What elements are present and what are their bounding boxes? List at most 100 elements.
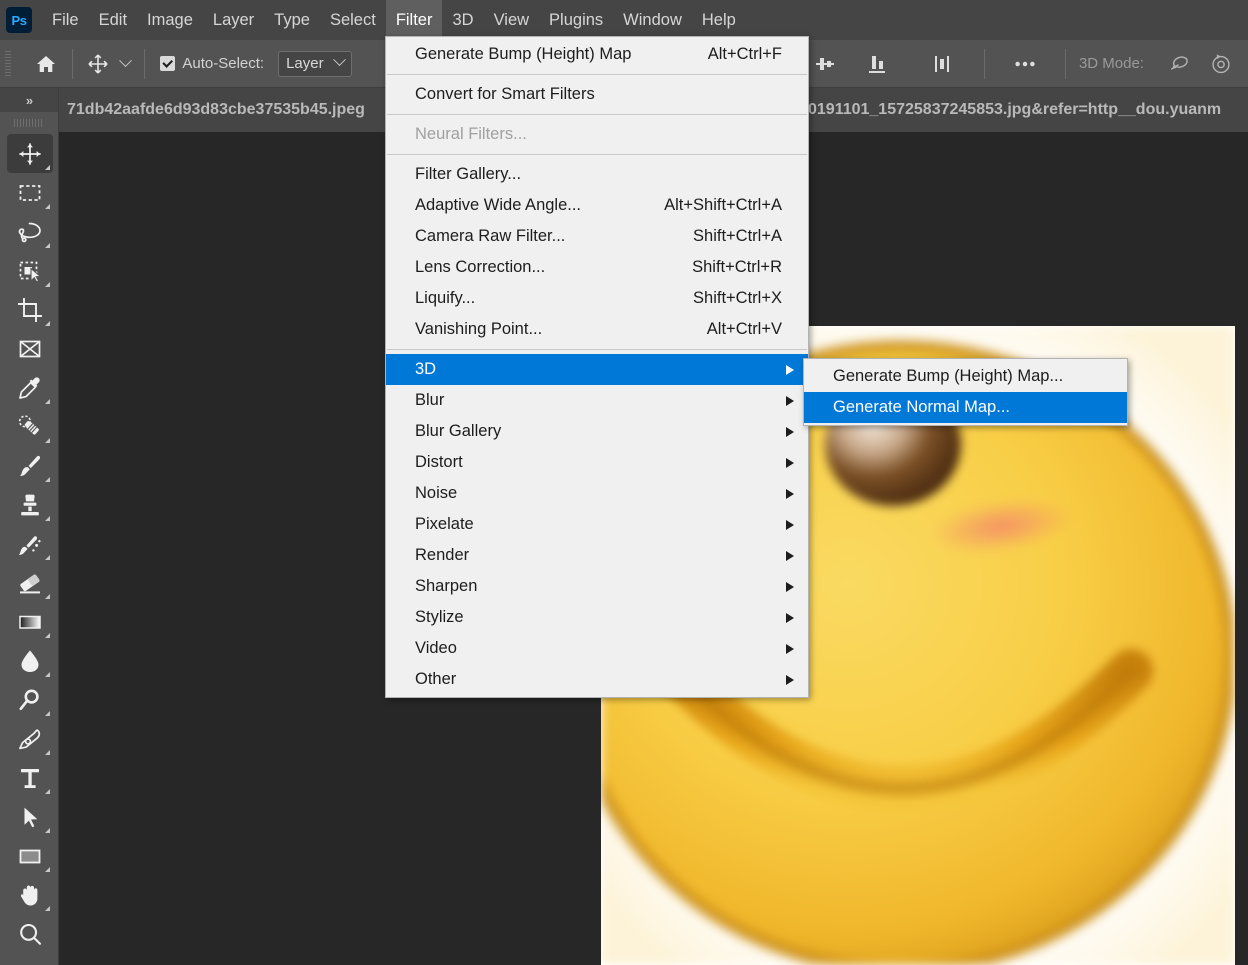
filter-menu-item-label: Convert for Smart Filters <box>415 85 595 103</box>
chevron-down-icon <box>333 52 346 66</box>
submenu-arrow-icon <box>786 612 794 623</box>
eyedropper-tool[interactable] <box>7 368 53 407</box>
move-tool-icon[interactable] <box>81 47 115 81</box>
document-tab-1[interactable]: 71db42aafde6d93d83cbe37535b45.jpeg <box>59 88 393 132</box>
filter-menu-item-liquify[interactable]: Liquify... Shift+Ctrl+X <box>386 283 808 314</box>
filter-3d-submenu-item-generate-normal-map[interactable]: Generate Normal Map... <box>804 392 1127 423</box>
lasso-tool[interactable] <box>7 212 53 251</box>
filter-menu-item-blur[interactable]: Blur <box>386 385 808 416</box>
home-icon[interactable] <box>29 47 63 81</box>
tool-flyout-indicator <box>45 711 50 716</box>
history-brush-tool[interactable] <box>7 524 53 563</box>
menubar-item-window[interactable]: Window <box>613 0 692 40</box>
filter-menu-item-filter-gallery[interactable]: Filter Gallery... <box>386 159 808 190</box>
filter-3d-submenu-item-label: Generate Normal Map... <box>833 398 1010 416</box>
filter-menu-item-label: Camera Raw Filter... <box>415 227 566 245</box>
filter-menu-item-pixelate[interactable]: Pixelate <box>386 509 808 540</box>
tools-panel-grip[interactable] <box>0 112 58 134</box>
menubar-item-layer[interactable]: Layer <box>203 0 264 40</box>
object-selection-tool[interactable] <box>7 251 53 290</box>
filter-menu-item-label: Filter Gallery... <box>415 165 522 183</box>
menubar-item-help[interactable]: Help <box>692 0 746 40</box>
crop-tool[interactable] <box>7 290 53 329</box>
menu-bar: Ps File Edit Image Layer Type Select Filter 3D V… <box>0 0 1248 40</box>
gradient-tool[interactable] <box>7 602 53 641</box>
distribute-horizontal-centers-icon[interactable] <box>925 47 959 81</box>
options-bar-grip[interactable] <box>5 50 11 77</box>
filter-menu-item-stylize[interactable]: Stylize <box>386 602 808 633</box>
filter-menu-item-lens-correction[interactable]: Lens Correction... Shift+Ctrl+R <box>386 252 808 283</box>
filter-menu-item-neural-filters: Neural Filters... <box>386 119 808 150</box>
submenu-arrow-icon <box>786 550 794 561</box>
tool-preset-chevron-down-icon[interactable] <box>115 47 135 81</box>
ellipsis-icon[interactable] <box>1008 47 1042 81</box>
filter-menu-item-video[interactable]: Video <box>386 633 808 664</box>
filter-menu-item-camera-raw-filter[interactable]: Camera Raw Filter... Shift+Ctrl+A <box>386 221 808 252</box>
zoom-tool[interactable] <box>7 914 53 953</box>
clone-stamp-tool[interactable] <box>7 485 53 524</box>
filter-menu-item-label: Render <box>415 546 470 564</box>
submenu-arrow-icon <box>786 674 794 685</box>
submenu-arrow-icon <box>786 426 794 437</box>
tool-flyout-indicator <box>45 633 50 638</box>
filter-dropdown-menu[interactable]: Generate Bump (Height) Map Alt+Ctrl+F Conv… <box>385 36 809 698</box>
menubar-item-3d[interactable]: 3D <box>442 0 483 40</box>
submenu-arrow-icon <box>786 364 794 375</box>
hand-tool[interactable] <box>7 875 53 914</box>
auto-select-label: Auto-Select: <box>182 55 265 72</box>
filter-menu-item-distort[interactable]: Distort <box>386 447 808 478</box>
filter-menu-item-sharpen[interactable]: Sharpen <box>386 571 808 602</box>
move-tool[interactable] <box>7 134 53 173</box>
menubar-item-plugins[interactable]: Plugins <box>539 0 613 40</box>
menubar-item-file[interactable]: File <box>42 0 89 40</box>
filter-menu-item-label: Distort <box>415 453 463 471</box>
menubar-item-select[interactable]: Select <box>320 0 386 40</box>
menubar-item-view[interactable]: View <box>484 0 539 40</box>
align-vertical-centers-icon[interactable] <box>808 47 842 81</box>
filter-menu-item-vanishing-point[interactable]: Vanishing Point... Alt+Ctrl+V <box>386 314 808 345</box>
brush-tool[interactable] <box>7 446 53 485</box>
filter-menu-item-generate-bump-height-map[interactable]: Generate Bump (Height) Map Alt+Ctrl+F <box>386 39 808 70</box>
blur-tool[interactable] <box>7 641 53 680</box>
filter-3d-submenu[interactable]: Generate Bump (Height) Map... Generate No… <box>803 358 1128 426</box>
filter-menu-item-render[interactable]: Render <box>386 540 808 571</box>
document-tab-2[interactable]: 0191101_15725837245853.jpg&refer=http__d… <box>800 88 1248 132</box>
auto-select-checkbox-box[interactable] <box>160 56 176 71</box>
filter-menu-item-blur-gallery[interactable]: Blur Gallery <box>386 416 808 447</box>
tool-flyout-indicator <box>45 750 50 755</box>
filter-menu-item-label: Adaptive Wide Angle... <box>415 196 582 214</box>
menubar-item-image[interactable]: Image <box>137 0 203 40</box>
tool-flyout-indicator <box>45 867 50 872</box>
pen-tool[interactable] <box>7 719 53 758</box>
filter-3d-submenu-item-generate-bump-height-map[interactable]: Generate Bump (Height) Map... <box>804 361 1127 392</box>
filter-menu-item-convert-for-smart-filters[interactable]: Convert for Smart Filters <box>386 79 808 110</box>
path-selection-tool[interactable] <box>7 797 53 836</box>
filter-menu-item-3d[interactable]: 3D <box>386 354 808 385</box>
3d-mode-label: 3D Mode: <box>1078 55 1144 72</box>
auto-select-scope-dropdown[interactable]: Layer <box>278 50 353 77</box>
filter-menu-item-adaptive-wide-angle[interactable]: Adaptive Wide Angle... Alt+Shift+Ctrl+A <box>386 190 808 221</box>
filter-menu-item-other[interactable]: Other <box>386 664 808 695</box>
filter-menu-item-noise[interactable]: Noise <box>386 478 808 509</box>
align-bottom-edges-icon[interactable] <box>860 47 894 81</box>
tool-flyout-indicator <box>45 438 50 443</box>
rectangle-tool[interactable] <box>7 836 53 875</box>
menubar-item-edit[interactable]: Edit <box>89 0 137 40</box>
dodge-tool[interactable] <box>7 680 53 719</box>
menubar-item-filter[interactable]: Filter <box>385 0 443 40</box>
roll-3d-icon[interactable] <box>1204 47 1238 81</box>
menubar-item-type[interactable]: Type <box>264 0 320 40</box>
eraser-tool[interactable] <box>7 563 53 602</box>
filter-menu-item-shortcut: Alt+Shift+Ctrl+A <box>664 196 782 214</box>
frame-tool[interactable] <box>7 329 53 368</box>
orbit-3d-icon[interactable] <box>1162 47 1196 81</box>
submenu-arrow-icon <box>786 457 794 468</box>
horizontal-type-tool[interactable] <box>7 758 53 797</box>
rectangular-marquee-tool[interactable] <box>7 173 53 212</box>
filter-menu-item-label: Vanishing Point... <box>415 320 543 338</box>
filter-menu-item-label: Noise <box>415 484 458 502</box>
filter-menu-item-label: Blur <box>415 391 445 409</box>
auto-select-checkbox[interactable]: Auto-Select: <box>160 55 264 72</box>
collapse-panel-button[interactable]: » <box>0 88 58 112</box>
spot-healing-brush-tool[interactable] <box>7 407 53 446</box>
